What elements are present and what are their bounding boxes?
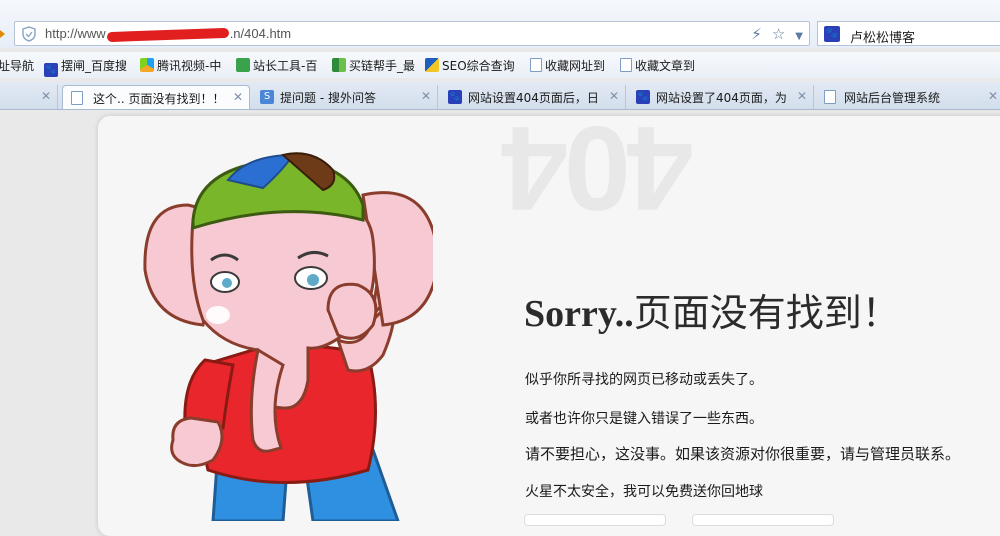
baidu-paw-icon: 🐾 — [448, 90, 462, 104]
tab-label: 提问题 - 搜外问答 — [280, 91, 376, 105]
message-line: 火星不太安全，我可以免费送你回地球 — [525, 484, 763, 500]
message-line: 似乎你所寻找的网页已移动或丢失了。 — [525, 372, 763, 388]
ghost-404-text: 404 — [505, 101, 694, 235]
back-arrow-icon[interactable] — [0, 30, 5, 38]
favorite-item[interactable]: 腾讯视频-中 — [140, 57, 221, 74]
dropdown-icon[interactable]: ▼ — [795, 31, 803, 42]
favorite-label: 收藏文章到 — [635, 59, 696, 73]
chinaz-icon — [236, 58, 250, 72]
tencent-video-icon — [140, 58, 154, 72]
sowai-icon: S — [260, 90, 274, 104]
url-suffix: .n/404.htm — [229, 26, 292, 41]
baidu-paw-icon[interactable]: 🐾 — [824, 26, 840, 42]
close-icon[interactable]: ✕ — [797, 89, 807, 103]
page-icon — [620, 58, 632, 72]
address-toolbar: http://www .n/404.htm ⚡ ☆ ▼ 🐾 卢松松博客 — [0, 0, 1000, 48]
favorite-label: 腾讯视频-中 — [157, 59, 222, 73]
back-button[interactable] — [692, 514, 834, 526]
favorite-label: 址导航 — [0, 59, 35, 73]
tab-label: 这个.. 页面没有找到！！ — [93, 92, 225, 106]
favorite-item[interactable]: 🐾 摆闸_百度搜 — [44, 57, 127, 77]
favorite-label: 摆闸_百度搜 — [61, 59, 128, 73]
favorite-label: 收藏网址到 — [545, 59, 606, 73]
favorite-item[interactable]: 买链帮手_最 — [332, 57, 415, 74]
tab-bar: ✕ 这个.. 页面没有找到！！ ✕ S 提问题 - 搜外问答 ✕ 🐾 网站设置4… — [0, 82, 1000, 110]
favorite-item[interactable]: 址导航 — [0, 57, 34, 74]
url-text: http://www .n/404.htm — [45, 26, 292, 42]
lightning-icon[interactable]: ⚡ — [751, 25, 762, 43]
favorite-item[interactable]: 收藏文章到 — [620, 57, 695, 74]
close-icon[interactable]: ✕ — [421, 89, 431, 103]
close-icon[interactable]: ✕ — [988, 89, 998, 103]
favorite-label: 买链帮手_最 — [349, 59, 416, 73]
grid-icon — [332, 58, 346, 72]
favorite-label: SEO综合查询 — [442, 59, 515, 73]
page-icon — [530, 58, 542, 72]
shield-icon — [22, 26, 36, 42]
elephant-mascot-illustration — [143, 152, 433, 521]
close-icon[interactable]: ✕ — [41, 89, 51, 103]
tab-current[interactable]: 这个.. 页面没有找到！！ ✕ — [62, 85, 250, 109]
seo-icon — [425, 58, 439, 72]
favorite-label: 站长工具-百 — [253, 59, 318, 73]
tab-item[interactable]: 网站后台管理系统 ✕ — [816, 85, 1000, 109]
tab-partial[interactable]: ✕ — [0, 85, 58, 109]
favorite-item[interactable]: SEO综合查询 — [425, 57, 515, 74]
search-query: 卢松松博客 — [850, 31, 916, 46]
favorite-item[interactable]: 站长工具-百 — [236, 57, 317, 74]
title-chinese: 页面没有找到！ — [633, 291, 900, 335]
tab-item[interactable]: S 提问题 - 搜外问答 ✕ — [252, 85, 438, 109]
page-icon — [824, 90, 836, 104]
address-input[interactable]: http://www .n/404.htm ⚡ ☆ ▼ — [14, 21, 810, 46]
star-icon[interactable]: ☆ — [772, 25, 785, 43]
message-line: 或者也许你只是键入错误了一些东西。 — [525, 411, 763, 427]
address-icons: ⚡ ☆ ▼ — [741, 25, 803, 43]
page-icon — [71, 91, 83, 105]
page-title: Sorry..页面没有找到！ — [524, 282, 900, 337]
baidu-paw-icon: 🐾 — [44, 63, 58, 77]
url-prefix: http://www — [45, 26, 106, 41]
home-button[interactable] — [524, 514, 666, 526]
message-line: 请不要担心，这没事。如果该资源对你很重要，请与管理员联系。 — [525, 445, 961, 463]
favorite-item[interactable]: 收藏网址到 — [530, 57, 605, 74]
url-redaction — [106, 27, 229, 42]
close-icon[interactable]: ✕ — [233, 90, 243, 104]
title-english: Sorry.. — [524, 293, 634, 335]
tab-label: 网站后台管理系统 — [844, 91, 941, 105]
favorites-bar: 址导航 🐾 摆闸_百度搜 腾讯视频-中 站长工具-百 买链帮手_最 SEO综合查询… — [0, 52, 1000, 78]
search-input[interactable]: 🐾 卢松松博客 — [817, 21, 1000, 46]
